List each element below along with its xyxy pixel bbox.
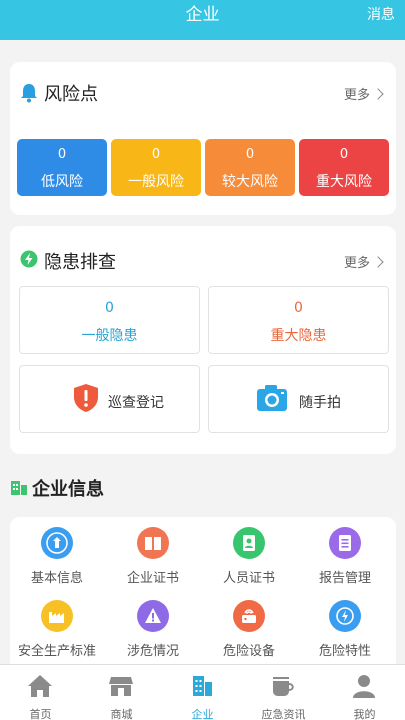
snapshot-label: 随手拍 (299, 395, 341, 411)
top-bar: 企业 消息 (0, 0, 405, 40)
enterprise-icon (193, 676, 212, 696)
tab-enterprise[interactable]: 企业 (162, 665, 243, 720)
hazard-involvement-label: 涉危情况 (126, 644, 179, 659)
factory-icon (41, 600, 73, 632)
risk-low-label: 低风险 (41, 174, 83, 190)
store-icon (109, 677, 133, 696)
risk-low-value: 0 (57, 147, 67, 162)
basic-info-label: 基本信息 (30, 571, 83, 586)
lightning-icon (20, 250, 38, 272)
company-certificate-label: 企业证书 (126, 571, 179, 586)
hazard-characteristics-item[interactable]: 危险特性 (297, 600, 393, 659)
person-certificate-icon (233, 527, 265, 559)
page-title: 企业 (185, 5, 220, 25)
risk-general-label: 一般风险 (128, 174, 184, 190)
basic-info-item[interactable]: 基本信息 (9, 527, 105, 586)
tab-emergency-news-label: 应急资讯 (261, 708, 306, 720)
company-info-title: 企业信息 (32, 479, 104, 500)
personnel-certificate-label: 人员证书 (222, 571, 275, 586)
tab-store-label: 商城 (110, 708, 133, 720)
more-label: 更多 (343, 256, 370, 271)
more-label: 更多 (343, 88, 370, 103)
risk-larger-label: 较大风险 (222, 174, 278, 190)
safety-standard-item[interactable]: 安全生产标准 (9, 600, 105, 659)
general-hazard-value: 0 (105, 300, 114, 316)
hazard-more-link[interactable]: 更多 (343, 252, 384, 271)
report-management-item[interactable]: 报告管理 (297, 527, 393, 586)
book-icon (137, 527, 169, 559)
chevron-right-icon (372, 256, 384, 268)
tab-home-label: 首页 (29, 708, 52, 720)
hazard-characteristics-label: 危险特性 (318, 644, 371, 659)
hazard-card-header: 隐患排查 更多 (10, 226, 396, 273)
company-info-card: 基本信息 企业证书 人员证书 报告管理 安全生产标准 涉危情况 危险设备 危险特… (10, 517, 396, 677)
risk-low-box[interactable]: 0 低风险 (17, 139, 107, 196)
general-hazard-box[interactable]: 0 一般隐患 (19, 286, 200, 354)
tab-store[interactable]: 商城 (81, 665, 162, 720)
risk-larger-value: 0 (245, 147, 255, 162)
user-icon (353, 675, 375, 698)
bottom-tab-bar: 首页 商城 企业 应急资讯 我的 (0, 664, 405, 720)
risk-major-box[interactable]: 0 重大风险 (299, 139, 389, 196)
risk-major-label: 重大风险 (316, 174, 372, 190)
messages-link[interactable]: 消息 (367, 0, 395, 30)
bell-icon (20, 83, 38, 107)
personnel-certificate-item[interactable]: 人员证书 (201, 527, 297, 586)
report-management-label: 报告管理 (318, 571, 371, 586)
chevron-right-icon (372, 88, 384, 100)
risk-more-link[interactable]: 更多 (343, 84, 384, 103)
home-icon (28, 675, 52, 697)
inspection-register-button[interactable]: 巡查登记 (19, 365, 200, 433)
risk-card: 风险点 更多 0 低风险 0 一般风险 0 较大风险 0 重大风险 (10, 62, 396, 215)
tab-enterprise-label: 企业 (191, 708, 214, 720)
risk-general-box[interactable]: 0 一般风险 (111, 139, 201, 196)
news-icon (273, 677, 294, 696)
company-icon (41, 527, 73, 559)
major-hazard-value: 0 (294, 300, 303, 316)
inspection-register-label: 巡查登记 (108, 395, 164, 411)
risk-general-value: 0 (151, 147, 161, 162)
tab-home[interactable]: 首页 (0, 665, 81, 720)
snapshot-button[interactable]: 随手拍 (208, 365, 389, 433)
dangerous-equipment-item[interactable]: 危险设备 (201, 600, 297, 659)
risk-card-header: 风险点 更多 (10, 62, 396, 105)
hazard-card: 隐患排查 更多 0 一般隐患 0 重大隐患 巡查登记 随手拍 (10, 226, 396, 454)
risk-major-value: 0 (339, 147, 349, 162)
device-icon (233, 600, 265, 632)
hazard-involvement-item[interactable]: 涉危情况 (105, 600, 201, 659)
hazard-card-title: 隐患排查 (44, 252, 116, 273)
report-icon (329, 527, 361, 559)
general-hazard-label: 一般隐患 (81, 328, 138, 344)
major-hazard-label: 重大隐患 (270, 328, 327, 344)
hazard-icon (329, 600, 361, 632)
warning-icon (137, 600, 169, 632)
major-hazard-box[interactable]: 0 重大隐患 (208, 286, 389, 354)
tab-profile-label: 我的 (353, 708, 376, 720)
company-certificate-item[interactable]: 企业证书 (105, 527, 201, 586)
company-info-icon (10, 478, 28, 500)
shield-icon (73, 383, 99, 417)
risk-larger-box[interactable]: 0 较大风险 (205, 139, 295, 196)
risk-card-title: 风险点 (44, 84, 98, 105)
tab-emergency-news[interactable]: 应急资讯 (243, 665, 324, 720)
dangerous-equipment-label: 危险设备 (222, 644, 275, 659)
tab-profile[interactable]: 我的 (324, 665, 405, 720)
camera-icon (256, 384, 288, 416)
safety-standard-label: 安全生产标准 (17, 644, 96, 659)
